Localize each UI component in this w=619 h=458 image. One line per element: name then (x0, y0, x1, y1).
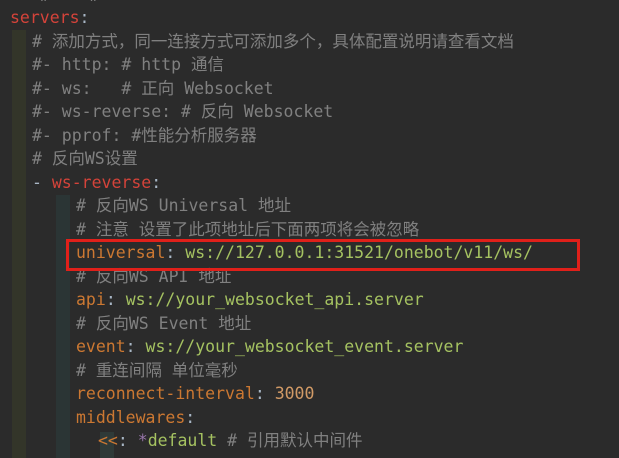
code-line[interactable]: #- pprof: #性能分析服务器 (32, 124, 257, 148)
code-token: : (151, 172, 162, 192)
code-token: ws://your_websocket_event.server (145, 337, 464, 356)
code-token: # 添加方式，同一连接方式可添加多个，具体配置说明请查看文档 (32, 31, 514, 51)
code-line[interactable]: #- ws-reverse: # 反向 Websocket (32, 100, 333, 124)
code-token: << (98, 431, 118, 450)
code-token: #- ws: # 正向 Websocket (32, 78, 274, 98)
code-token: #- ws-reverse: # 反向 Websocket (32, 102, 334, 121)
code-line[interactable]: <<: *default # 引用默认中间件 (98, 429, 363, 453)
code-token: : (79, 8, 90, 27)
code-token: # 反向WS设置 (32, 149, 138, 168)
code-token: 3000 (274, 384, 315, 403)
code-token: : (254, 384, 275, 403)
code-token: # 重连间隔 单位毫秒 (76, 360, 238, 380)
code-token: #- pprof: #性能分析服务器 (32, 125, 257, 145)
code-token: ws://your_websocket_api.server (125, 290, 424, 309)
code-line[interactable]: #- http: # http 通信 (32, 53, 224, 77)
code-editor[interactable]: # # servers:# 添加方式，同一连接方式可添加多个，具体配置说明请查看… (0, 0, 619, 458)
code-token: event (76, 337, 126, 356)
code-line[interactable]: # 反向WS设置 (32, 147, 138, 171)
code-token: : (125, 337, 146, 356)
code-line[interactable]: servers: (10, 6, 89, 30)
code-token: * (137, 431, 148, 450)
code-token: api (76, 290, 106, 309)
indent-guide (12, 30, 26, 458)
code-line[interactable]: # 重连间隔 单位毫秒 (76, 359, 238, 383)
code-token: - (32, 172, 52, 192)
code-token: # 引用默认中间件 (217, 431, 363, 450)
code-token: : (117, 431, 138, 450)
indent-guide (56, 195, 70, 458)
code-line[interactable]: middlewares: (76, 406, 195, 430)
highlight-annotation-box (66, 239, 580, 271)
code-line[interactable]: # 反向WS Universal 地址 (76, 194, 291, 218)
code-line[interactable]: - ws-reverse: (32, 171, 161, 195)
code-line[interactable]: #- ws: # 正向 Websocket (32, 77, 274, 101)
code-token: reconnect-interval (76, 384, 255, 403)
code-token: : (105, 290, 126, 309)
code-line[interactable]: api: ws://your_websocket_api.server (76, 288, 424, 312)
code-token: servers (10, 8, 80, 27)
code-token: # 反向WS Event 地址 (76, 313, 252, 333)
code-token: #- http: # http 通信 (32, 55, 224, 74)
code-token: default (147, 431, 218, 450)
code-line[interactable]: # 添加方式，同一连接方式可添加多个，具体配置说明请查看文档 (32, 30, 514, 54)
code-line[interactable]: # 注意 设置了此项地址后下面两项将会被忽略 (76, 218, 419, 242)
code-token: : (185, 407, 196, 427)
code-token: # 反向WS Universal 地址 (76, 196, 292, 215)
code-line[interactable]: # 反向WS Event 地址 (76, 312, 251, 336)
code-token: # 注意 设置了此项地址后下面两项将会被忽略 (76, 219, 420, 239)
code-line[interactable]: reconnect-interval: 3000 (76, 382, 314, 406)
code-line[interactable]: event: ws://your_websocket_event.server (76, 335, 463, 359)
code-token: ws-reverse (51, 172, 152, 192)
code-token: middlewares (76, 407, 186, 427)
